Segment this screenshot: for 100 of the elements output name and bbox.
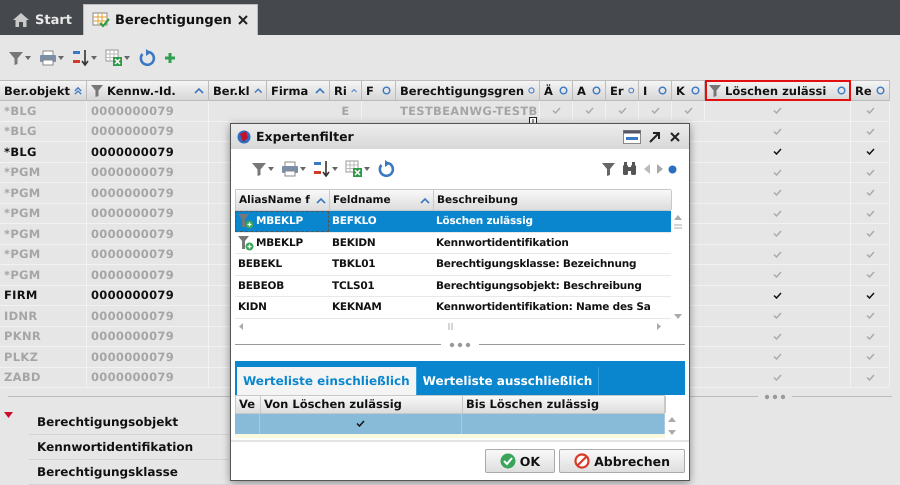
column-header[interactable]: Kennw.-Id. bbox=[87, 80, 209, 101]
table-cell: MBEKLP bbox=[256, 215, 303, 228]
column-header[interactable]: I bbox=[639, 80, 672, 101]
app-logo-icon bbox=[237, 130, 251, 144]
table-cell: PKNR bbox=[4, 329, 42, 344]
table-cell: *PGM bbox=[4, 206, 41, 220]
excel-export-button[interactable] bbox=[343, 158, 372, 180]
search-button[interactable] bbox=[620, 160, 639, 178]
maximize-arrow-icon[interactable] bbox=[649, 130, 661, 142]
column-header[interactable]: Ve bbox=[236, 396, 261, 412]
filter-icon bbox=[602, 162, 615, 176]
status-dot-icon bbox=[668, 164, 677, 174]
scroll-up-icon[interactable] bbox=[668, 416, 676, 422]
column-header[interactable]: A bbox=[573, 80, 606, 101]
field-label: Kennwortidentifikation bbox=[37, 440, 194, 454]
table-row[interactable]: MBEKLP BEFKLO Löschen zulässig bbox=[235, 211, 671, 232]
close-icon[interactable] bbox=[236, 14, 249, 26]
table-cell: 0000000079 bbox=[91, 165, 174, 180]
scroll-right-icon[interactable] bbox=[657, 323, 661, 330]
excel-export-button[interactable] bbox=[103, 46, 132, 68]
table-cell: BEKIDN bbox=[332, 236, 376, 249]
table-row[interactable]: BEBEKL TBKL01 Berechtigungsklasse: Bezeichnung bbox=[235, 254, 671, 276]
tab[interactable]: Werteliste einschließlich bbox=[237, 366, 417, 394]
tab[interactable]: Berechtigungen bbox=[82, 4, 258, 35]
column-header[interactable]: Beschreibung bbox=[434, 190, 672, 210]
caret-icon bbox=[364, 167, 370, 171]
scroll-down-icon[interactable] bbox=[668, 430, 676, 434]
table-cell: *PGM bbox=[4, 165, 41, 180]
column-header[interactable]: Ä bbox=[540, 80, 573, 101]
column-header[interactable]: Bis Löschen zulässig bbox=[463, 396, 666, 412]
circle-icon bbox=[528, 86, 535, 95]
filter-button[interactable] bbox=[600, 160, 617, 178]
next-button[interactable] bbox=[655, 162, 665, 176]
table-cell: 0000000079 bbox=[91, 288, 174, 302]
column-header[interactable]: Firma bbox=[267, 80, 330, 101]
left-triangle-icon bbox=[644, 164, 650, 174]
collapse-triangle-icon[interactable] bbox=[4, 412, 13, 418]
printer-icon bbox=[39, 50, 57, 66]
circle-icon bbox=[592, 86, 601, 95]
layout-icon[interactable] bbox=[623, 130, 641, 144]
table-cell: TCLS01 bbox=[332, 280, 375, 292]
table-cell: Löschen zulässig bbox=[436, 215, 533, 228]
scroll-down-icon[interactable] bbox=[674, 314, 682, 318]
table-cell: 0000000079 bbox=[91, 186, 174, 200]
table-cell: Kennwortidentifikation: Name des Sa bbox=[436, 301, 651, 314]
caret-icon bbox=[58, 56, 64, 60]
circle-icon bbox=[837, 86, 846, 95]
table-row[interactable]: BEBEOB TCLS01 Berechtigungsobjekt: Beschreibung bbox=[235, 276, 671, 297]
table-cell: E bbox=[341, 104, 350, 118]
table-cell: *BLG bbox=[4, 144, 37, 159]
cancel-button[interactable]: Abbrechen bbox=[559, 449, 685, 473]
caret-icon bbox=[25, 56, 31, 60]
column-header[interactable]: Berechtigungsgren bbox=[396, 80, 540, 101]
scroll-left-icon[interactable] bbox=[239, 323, 243, 330]
table-cell: *PGM bbox=[4, 268, 41, 282]
scroll-grip-icon[interactable] bbox=[674, 224, 682, 229]
scroll-grip-icon[interactable] bbox=[448, 323, 452, 330]
caret-icon bbox=[268, 167, 274, 171]
table-row[interactable]: KIDN KEKNAM Kennwortidentifikation: Name des Sa bbox=[235, 297, 671, 318]
double-chevron-icon bbox=[74, 86, 82, 96]
binoculars-icon bbox=[622, 162, 637, 176]
table-row[interactable]: MBEKLP BEKIDN Kennwortidentifikation bbox=[235, 232, 671, 254]
column-header[interactable]: Ber.objekt bbox=[0, 80, 87, 101]
sort-button[interactable] bbox=[311, 158, 340, 180]
column-header[interactable]: Von Löschen zulässig bbox=[261, 396, 463, 412]
table-cell: 0000000079 bbox=[91, 350, 174, 364]
column-header[interactable]: Er bbox=[606, 80, 639, 101]
close-icon[interactable] bbox=[669, 130, 681, 142]
table-cell: 0000000079 bbox=[91, 308, 174, 323]
table-check-icon bbox=[92, 12, 110, 28]
table-cell: 0000000079 bbox=[91, 104, 174, 118]
table-cell: 0000000079 bbox=[91, 206, 174, 220]
home-icon bbox=[12, 12, 30, 28]
chevron-up-icon bbox=[194, 87, 204, 94]
column-header[interactable]: Ber.kl bbox=[209, 80, 267, 101]
field-label: Berechtigungsklasse bbox=[37, 465, 178, 479]
column-header[interactable]: Re bbox=[851, 80, 890, 101]
table-cell: *PGM bbox=[4, 226, 41, 241]
ok-button[interactable]: OK bbox=[484, 449, 556, 473]
filter-icon bbox=[8, 50, 24, 66]
table-cell: *PGM bbox=[4, 186, 41, 200]
dialog-title: Expertenfilter bbox=[256, 129, 354, 144]
table-cell: TBKL01 bbox=[332, 258, 376, 270]
column-header[interactable]: Feldname bbox=[330, 190, 434, 210]
previous-button[interactable] bbox=[642, 162, 652, 176]
table-cell: *BLG bbox=[4, 104, 37, 118]
circle-icon bbox=[658, 86, 667, 95]
caret-icon bbox=[124, 56, 130, 60]
table-cell: BEFKLO bbox=[332, 215, 377, 228]
scroll-up-icon[interactable] bbox=[674, 215, 682, 220]
circle-icon bbox=[876, 86, 885, 95]
column-header[interactable]: AliasName f bbox=[236, 190, 330, 210]
column-header[interactable]: K bbox=[672, 80, 705, 101]
column-header[interactable]: Ri bbox=[330, 80, 362, 101]
table-cell: MBEKLP bbox=[256, 236, 303, 249]
column-header[interactable]: Löschen zulässi bbox=[705, 80, 851, 101]
table-cell: KEKNAM bbox=[332, 301, 382, 314]
check-circle-icon bbox=[500, 453, 516, 469]
tab[interactable]: Start bbox=[4, 5, 80, 35]
column-header[interactable]: F bbox=[362, 80, 396, 101]
